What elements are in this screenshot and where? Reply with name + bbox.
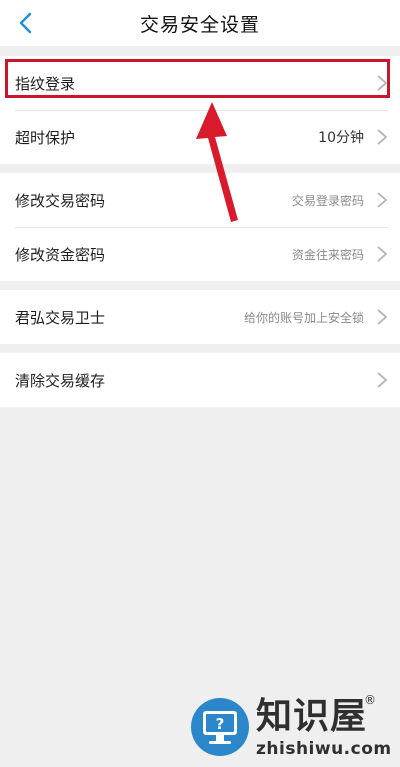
monitor-question-icon: ? <box>191 698 249 756</box>
back-button[interactable] <box>8 6 42 40</box>
settings-group-guard: 君弘交易卫士 给你的账号加上安全锁 <box>0 290 400 344</box>
row-value: 资金往来密码 <box>291 247 364 262</box>
registered-mark: ® <box>364 693 376 707</box>
row-value: 10分钟 <box>318 130 364 146</box>
chevron-right-icon <box>377 309 388 325</box>
chevron-right-icon <box>377 246 388 262</box>
page-title: 交易安全设置 <box>139 13 260 36</box>
row-clear-cache[interactable]: 清除交易缓存 <box>0 353 400 407</box>
chevron-left-icon <box>19 12 32 34</box>
chevron-right-icon <box>377 372 388 388</box>
row-value: 交易登录密码 <box>291 193 364 208</box>
chevron-right-icon <box>377 129 388 145</box>
row-label: 修改交易密码 <box>15 191 106 210</box>
chevron-right-icon <box>377 75 388 91</box>
row-timeout-protection[interactable]: 超时保护 10分钟 <box>0 110 400 164</box>
settings-group-password: 修改交易密码 交易登录密码 修改资金密码 资金往来密码 <box>0 173 400 281</box>
watermark-title: 知识屋 <box>256 696 368 737</box>
chevron-right-icon <box>377 192 388 208</box>
row-label: 指纹登录 <box>15 74 76 93</box>
svg-text:?: ? <box>216 715 225 733</box>
row-label: 君弘交易卫士 <box>15 308 106 327</box>
row-change-trade-password[interactable]: 修改交易密码 交易登录密码 <box>0 173 400 227</box>
row-label: 清除交易缓存 <box>15 371 106 390</box>
settings-group-login: 指纹登录 超时保护 10分钟 <box>0 56 400 164</box>
row-trade-guard[interactable]: 君弘交易卫士 给你的账号加上安全锁 <box>0 290 400 344</box>
watermark: ? 知识屋 ® zhishiwu.com <box>190 693 392 761</box>
row-value: 给你的账号加上安全锁 <box>243 310 364 325</box>
watermark-domain: zhishiwu.com <box>256 739 392 759</box>
settings-group-cache: 清除交易缓存 <box>0 353 400 407</box>
row-label: 修改资金密码 <box>15 245 106 264</box>
header-bar: 交易安全设置 <box>0 0 400 46</box>
row-label: 超时保护 <box>15 128 76 147</box>
row-change-fund-password[interactable]: 修改资金密码 资金往来密码 <box>0 227 400 281</box>
row-fingerprint-login[interactable]: 指纹登录 <box>0 56 400 110</box>
